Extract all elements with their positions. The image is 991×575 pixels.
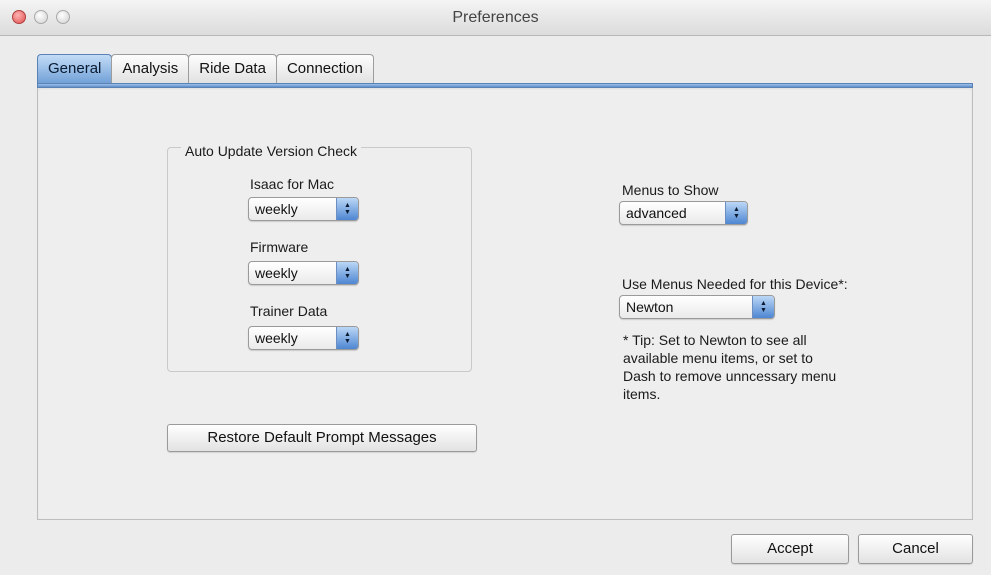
- firmware-label: Firmware: [250, 239, 309, 255]
- isaac-label: Isaac for Mac: [250, 176, 335, 192]
- firmware-update-value: weekly: [255, 265, 298, 281]
- popup-arrows-icon: ▲ ▼: [725, 202, 747, 224]
- restore-default-prompts-button[interactable]: Restore Default Prompt Messages: [167, 424, 477, 452]
- device-menus-tip: * Tip: Set to Newton to see all availabl…: [623, 332, 837, 402]
- accept-button[interactable]: Accept: [731, 534, 849, 564]
- device-menus-value: Newton: [626, 299, 674, 315]
- menus-to-show-value: advanced: [626, 205, 687, 221]
- tab-connection[interactable]: Connection: [275, 54, 374, 84]
- trainer-data-update-value: weekly: [255, 330, 298, 346]
- tab-analysis[interactable]: Analysis: [111, 54, 190, 84]
- popup-arrows-icon: ▲ ▼: [752, 296, 774, 318]
- title-bar[interactable]: Preferences: [0, 0, 991, 36]
- tab-bar: General Analysis Ride Data Connection: [37, 54, 374, 84]
- isaac-update-value: weekly: [255, 201, 298, 217]
- popup-arrows-icon: ▲ ▼: [336, 327, 358, 349]
- popup-arrows-icon: ▲ ▼: [336, 262, 358, 284]
- popup-arrows-icon: ▲ ▼: [336, 198, 358, 220]
- device-menus-popup[interactable]: Newton ▲ ▼: [619, 295, 775, 319]
- auto-update-group-title: Auto Update Version Check: [181, 143, 361, 159]
- tab-ride-data[interactable]: Ride Data: [188, 54, 277, 84]
- tab-general[interactable]: General: [37, 54, 113, 84]
- cancel-button[interactable]: Cancel: [858, 534, 973, 564]
- preferences-window: Preferences General Analysis Ride Data C…: [0, 0, 991, 575]
- device-menus-label: Use Menus Needed for this Device*:: [622, 276, 848, 292]
- menus-to-show-label: Menus to Show: [622, 182, 719, 198]
- menus-to-show-popup[interactable]: advanced ▲ ▼: [619, 201, 748, 225]
- trainer-data-label: Trainer Data: [250, 303, 328, 319]
- isaac-update-popup[interactable]: weekly ▲ ▼: [248, 197, 359, 221]
- trainer-data-update-popup[interactable]: weekly ▲ ▼: [248, 326, 359, 350]
- firmware-update-popup[interactable]: weekly ▲ ▼: [248, 261, 359, 285]
- window-title: Preferences: [452, 9, 539, 26]
